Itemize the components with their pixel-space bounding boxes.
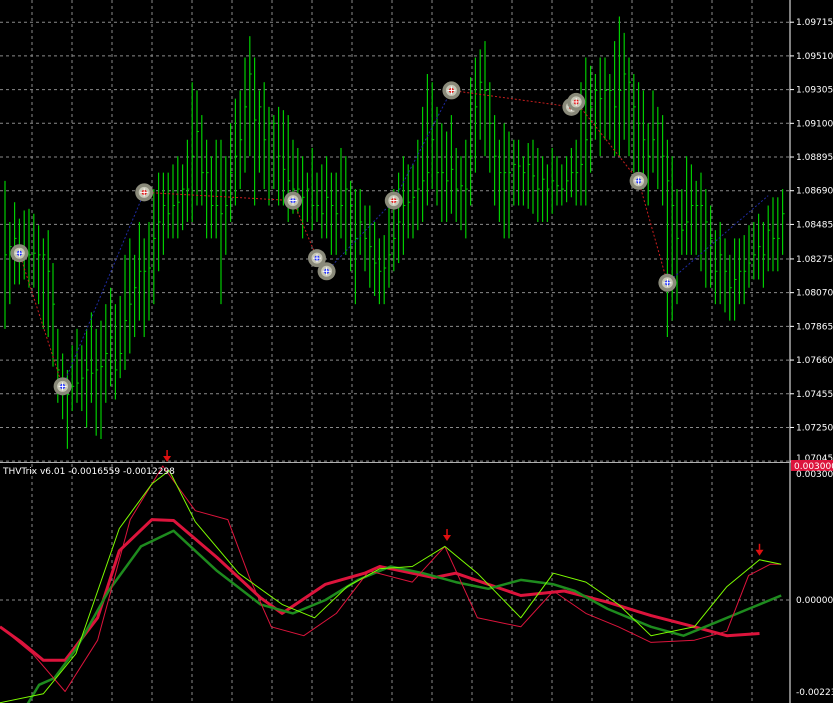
y-tick-label: 1.07455	[796, 390, 833, 400]
y-tick-label: 0.003000	[796, 470, 833, 480]
buy-signal-marker	[317, 262, 336, 281]
y-tick-label: 1.07660	[796, 356, 833, 366]
buy-signal-marker	[53, 377, 72, 396]
y-tick-label: 1.07250	[796, 423, 833, 433]
y-tick-label: 1.09510	[796, 52, 833, 62]
buy-signal-marker	[10, 244, 29, 263]
y-tick-label: 1.09715	[796, 18, 833, 28]
sell-signal-marker	[567, 92, 586, 111]
y-tick-label: -0.002235	[796, 688, 833, 698]
y-tick-label: 0.000000	[796, 596, 833, 606]
y-tick-label: 1.07865	[796, 322, 833, 332]
buy-signal-marker	[284, 191, 302, 210]
y-tick-label: 1.08275	[796, 255, 833, 265]
sell-signal-marker	[442, 81, 461, 100]
sell-signal-marker	[135, 183, 154, 202]
y-tick-label: 1.08895	[796, 153, 833, 163]
y-tick-label: 1.08485	[796, 220, 833, 230]
y-tick-label: 1.09305	[796, 86, 833, 96]
y-tick-label: 1.08690	[796, 187, 833, 197]
sell-signal-marker	[384, 191, 403, 210]
chart-root: 1.09715 1.09510 1.09305 1.09100 1.08895 1.086…	[0, 0, 833, 703]
y-tick-label: 1.08070	[796, 289, 833, 299]
buy-signal-marker	[629, 171, 648, 190]
y-tick-label: 1.09100	[796, 119, 833, 129]
buy-signal-marker	[658, 273, 677, 292]
indicator-title: THVTrix v6.01 -0.0016559 -0.0012298	[2, 467, 175, 477]
